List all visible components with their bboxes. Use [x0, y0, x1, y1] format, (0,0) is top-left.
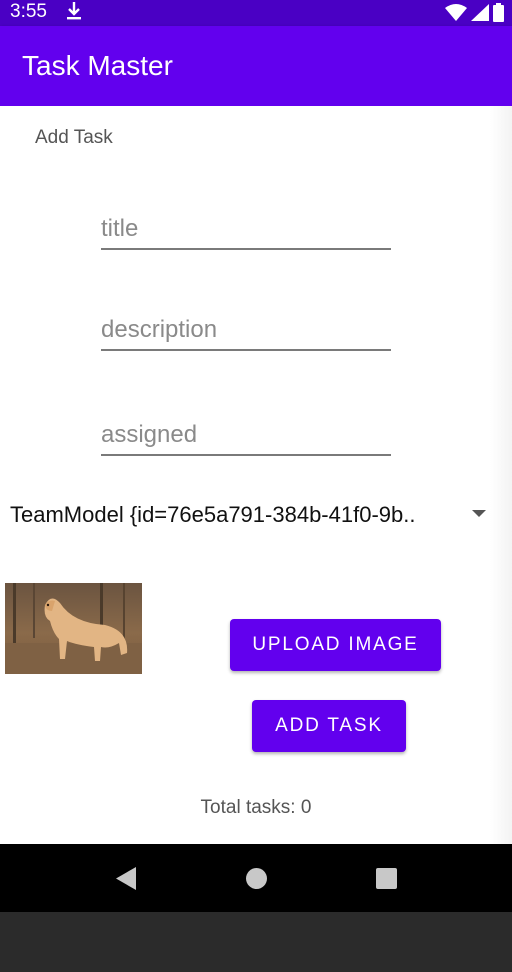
download-icon	[67, 2, 81, 20]
scroll-edge	[490, 106, 512, 844]
title-input[interactable]	[101, 210, 391, 248]
description-input[interactable]	[101, 311, 391, 349]
app-bar: Task Master	[0, 26, 512, 106]
status-bar: 3:55	[0, 0, 512, 26]
description-field	[101, 311, 391, 351]
assigned-field	[101, 416, 391, 456]
assigned-input[interactable]	[101, 416, 391, 454]
wifi-icon	[445, 3, 467, 21]
recents-icon[interactable]	[376, 868, 397, 889]
screen-bottom-area	[0, 912, 512, 972]
total-tasks-label: Total tasks: 0	[200, 797, 312, 818]
app-title: Task Master	[22, 50, 173, 81]
add-task-button[interactable]: ADD TASK	[252, 700, 406, 752]
upload-image-button[interactable]: UPLOAD IMAGE	[230, 619, 441, 671]
dropdown-arrow-icon	[472, 510, 486, 517]
team-spinner-value: TeamModel {id=76e5a791-384b-41f0-9b..	[10, 502, 416, 527]
signal-icon	[471, 3, 489, 21]
task-image-thumbnail	[5, 583, 142, 674]
status-time: 3:55	[10, 1, 47, 22]
status-icons	[445, 2, 504, 22]
add-task-form: Add Task TeamModel {id=76e5a791-384b-41f…	[0, 106, 512, 844]
home-icon[interactable]	[246, 868, 267, 889]
team-spinner[interactable]: TeamModel {id=76e5a791-384b-41f0-9b..	[10, 498, 502, 532]
title-field	[101, 210, 391, 250]
back-icon[interactable]	[116, 867, 138, 890]
section-title: Add Task	[35, 127, 113, 148]
navigation-bar	[0, 844, 512, 912]
battery-icon	[493, 2, 504, 22]
